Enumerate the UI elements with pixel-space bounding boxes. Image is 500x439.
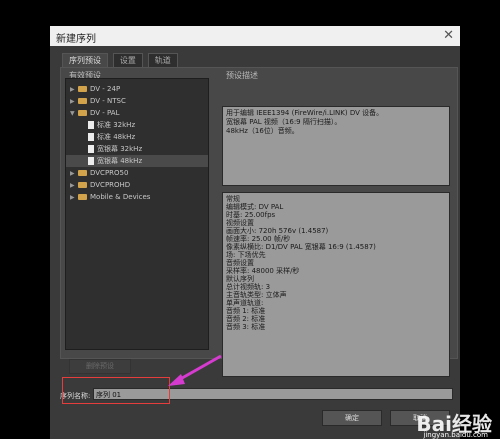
title-bar: 新建序列 ✕: [50, 26, 460, 46]
preset-tree: ▶ DV - 24P ▶ DV - NTSC ▼ DV - PAL 标准 32kHz …: [65, 78, 209, 350]
delete-preset-button[interactable]: 删除预设: [69, 359, 131, 374]
preset-description-box: 用于编辑 IEEE1394 (FireWire/i.LINK) DV 设备。 宽…: [222, 106, 450, 186]
tab-settings[interactable]: 设置: [112, 53, 143, 67]
tree-item-label: 宽银幕 48kHz: [97, 157, 143, 165]
preset-file-icon: [88, 133, 94, 141]
folder-icon: [78, 194, 87, 200]
tree-item-label: DVCPRO50: [90, 169, 129, 177]
folder-icon: [78, 86, 87, 92]
tree-item-label: DV - PAL: [90, 109, 120, 117]
details-line: 编辑模式: DV PAL: [226, 203, 284, 211]
details-line: 采样率: 48000 采样/秒: [226, 267, 300, 275]
preset-folder-mobile-devices[interactable]: ▶ Mobile & Devices: [70, 191, 150, 203]
expand-arrow-icon[interactable]: ▶: [70, 192, 78, 204]
details-line: 主音轨类型: 立体声: [226, 291, 287, 299]
preset-file-icon: [88, 157, 94, 165]
tree-item-label: 宽银幕 32kHz: [97, 145, 143, 153]
folder-icon: [78, 170, 87, 176]
folder-icon: [78, 110, 87, 116]
baidu-watermark-url: jingyan.baidu.com: [423, 431, 488, 439]
preset-description-label: 预设描述: [226, 71, 258, 80]
details-line: 画面大小: 720h 576v (1.4587): [226, 227, 329, 235]
description-line: 用于编辑 IEEE1394 (FireWire/i.LINK) DV 设备。: [226, 109, 384, 117]
details-line: 场: 下场优先: [226, 251, 266, 259]
window-title: 新建序列: [56, 34, 96, 45]
details-line: 帧速率: 25.00 帧/秒: [226, 235, 291, 243]
tree-item-label: DV - 24P: [90, 85, 121, 93]
ok-button[interactable]: 确定: [322, 410, 382, 426]
preset-file-icon: [88, 145, 94, 153]
preset-folder-dv-pal[interactable]: ▼ DV - PAL: [70, 107, 120, 119]
preset-widescreen-32khz[interactable]: 宽银幕 32kHz: [88, 143, 142, 155]
description-line: 宽银幕 PAL 视频（16:9 隔行扫描）。: [226, 118, 342, 126]
folder-icon: [78, 98, 87, 104]
details-line: 音频 2: 标准: [226, 315, 266, 323]
tree-item-label: DV - NTSC: [90, 97, 126, 105]
preset-folder-dvcpro50[interactable]: ▶ DVCPRO50: [70, 167, 128, 179]
preset-folder-dvcprohd[interactable]: ▶ DVCPROHD: [70, 179, 130, 191]
details-line: 单声道轨道:: [226, 299, 264, 307]
description-line: 48kHz（16位）音频。: [226, 127, 299, 135]
preset-widescreen-48khz[interactable]: 宽银幕 48kHz: [66, 155, 208, 167]
tab-tracks[interactable]: 轨道: [147, 53, 178, 67]
tab-sequence-presets[interactable]: 序列预设: [62, 53, 108, 67]
preset-folder-dv-24p[interactable]: ▶ DV - 24P: [70, 83, 120, 95]
details-line: 像素纵横比: D1/DV PAL 宽银幕 16:9 (1.4587): [226, 243, 376, 251]
preset-details-box: 常规 编辑模式: DV PAL 时基: 25.00fps 视频设置 画面大小: …: [222, 192, 450, 377]
details-line: 总计视频轨: 3: [226, 283, 271, 291]
details-line: 音频 1: 标准: [226, 307, 266, 315]
tab-bar: 序列预设 设置 轨道: [62, 53, 180, 67]
preset-standard-32khz[interactable]: 标准 32kHz: [88, 119, 135, 131]
details-line: 时基: 25.00fps: [226, 211, 276, 219]
preset-standard-48khz[interactable]: 标准 48kHz: [88, 131, 135, 143]
details-line: 音频设置: [226, 259, 254, 267]
details-line: 音频 3: 标准: [226, 323, 266, 331]
tree-item-label: 标准 32kHz: [97, 121, 136, 129]
folder-icon: [78, 182, 87, 188]
collapse-arrow-icon[interactable]: ▼: [70, 108, 78, 120]
close-icon[interactable]: ✕: [443, 28, 454, 43]
preset-file-icon: [88, 121, 94, 129]
details-line: 默认序列: [226, 275, 254, 283]
annotation-arrow-icon: [168, 354, 222, 386]
tree-item-label: 标准 48kHz: [97, 133, 136, 141]
details-line: 常规: [226, 195, 240, 203]
tree-item-label: DVCPROHD: [90, 181, 131, 189]
annotation-highlight-box: [62, 377, 170, 404]
details-line: 视频设置: [226, 219, 254, 227]
preset-folder-dv-ntsc[interactable]: ▶ DV - NTSC: [70, 95, 126, 107]
tree-item-label: Mobile & Devices: [90, 193, 151, 201]
